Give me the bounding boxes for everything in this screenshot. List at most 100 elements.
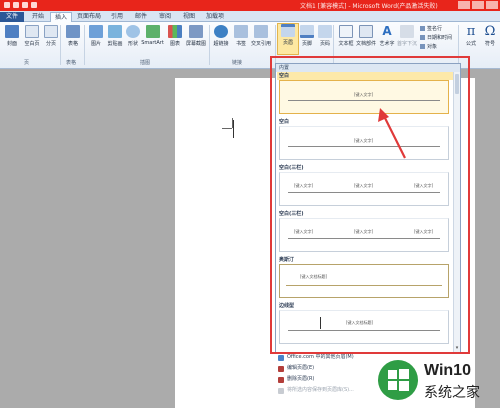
cover-icon (5, 25, 19, 38)
header-icon (281, 24, 295, 37)
group-label-links: 链接 (232, 60, 243, 66)
placeholder-text: [键入文字] (414, 183, 434, 188)
scrollbar-thumb[interactable] (455, 74, 459, 94)
quickparts-button[interactable]: 文档部件 (355, 25, 377, 47)
crossref-button[interactable]: 交叉引用 (248, 25, 274, 47)
title-bar: 文档1 [兼容模式] - Microsoft Word(产品激活失败) (0, 0, 500, 11)
header-rule (288, 238, 440, 239)
crossref-icon (254, 25, 268, 38)
page-number-icon (318, 25, 332, 38)
watermark-brand: Win10 (424, 362, 471, 379)
header-rule (288, 330, 440, 331)
watermark-subtitle: 系统之家 (424, 385, 480, 401)
tab-addins[interactable]: 加载项 (202, 12, 228, 22)
ribbon: 封面 空白页 分页 页 表格 表格 图片 剪贴画 形状 SmartArt 图表 … (0, 22, 500, 69)
placeholder-text: [键入文字] (354, 183, 374, 188)
sideline-marker (320, 317, 321, 329)
tab-review[interactable]: 审阅 (154, 12, 176, 22)
header-option-label: 空白(三栏) (279, 165, 304, 171)
smartart-icon (145, 25, 160, 38)
omega-icon: Ω (484, 24, 496, 39)
hyperlink-button[interactable]: 超链接 (210, 25, 232, 47)
clipart-icon (108, 25, 122, 38)
header-option-label: 边线型 (279, 303, 295, 309)
header-option-blank-three-column[interactable]: 空白(三栏) [键入文字] [键入文字] [键入文字] (277, 210, 453, 252)
tab-home[interactable]: 开始 (27, 12, 49, 22)
placeholder-text: [键入文档标题] (346, 320, 374, 325)
watermark: Win10 系统之家 (378, 358, 498, 404)
placeholder-text: [键入文字] (294, 229, 314, 234)
placeholder-text: [键入文字] (354, 229, 374, 234)
windows-logo-icon (378, 360, 418, 400)
screenshot-button[interactable]: 屏幕截图 (183, 25, 209, 47)
bookmark-icon (234, 25, 248, 38)
placeholder-text: [键入文档标题] (300, 274, 328, 279)
header-gallery: 内置 空白 [键入文字] 空白 [键入文字] 空白(三栏) [键入文字] [键入… (275, 63, 461, 353)
textbox-button[interactable]: 文本框 (335, 25, 357, 47)
quickparts-icon (359, 25, 373, 38)
placeholder-text: [键入文字] (294, 183, 314, 188)
header-option-preview: [键入文档标题] (279, 264, 449, 298)
tab-mailings[interactable]: 邮件 (130, 12, 152, 22)
picture-icon (89, 25, 103, 38)
window-title: 文档1 [兼容模式] - Microsoft Word(产品激活失败) (300, 3, 438, 10)
office-online-icon (278, 355, 284, 361)
ribbon-tabs: 文件 开始 插入 页面布局 引用 邮件 审阅 视图 加载项 (0, 11, 500, 22)
signature-line-button[interactable]: 签名行 (420, 25, 442, 32)
shapes-icon (126, 25, 140, 38)
group-label-pages: 页 (24, 60, 30, 66)
header-option-label: 空白 (279, 119, 290, 125)
tab-references[interactable]: 引用 (106, 12, 128, 22)
tab-file[interactable]: 文件 (0, 12, 24, 22)
smartart-button[interactable]: SmartArt (140, 25, 165, 46)
placeholder-text: [键入文字] (354, 138, 374, 143)
margin-mark (222, 128, 232, 129)
header-option-blank-three-column[interactable]: 空白(三栏) [键入文字] [键入文字] [键入文字] (277, 164, 453, 206)
symbol-button[interactable]: Ω 符号 (479, 25, 500, 47)
header-option-austin[interactable]: 奥斯汀 [键入文档标题] (277, 256, 453, 298)
header-rule (288, 146, 440, 147)
page-break-button[interactable]: 分页 (40, 25, 62, 47)
group-separator (60, 25, 61, 65)
date-time-button[interactable]: 日期和时间 (420, 34, 452, 41)
header-option-preview: [键入文字] (279, 126, 449, 160)
text-cursor (233, 120, 234, 138)
object-button[interactable]: 对象 (420, 43, 437, 50)
header-rule (286, 285, 442, 286)
scroll-down-arrow-icon[interactable]: ▾ (454, 345, 460, 351)
table-button[interactable]: 表格 (62, 25, 84, 47)
gallery-scrollbar[interactable]: ▾ (453, 72, 460, 352)
header-rule (288, 100, 440, 101)
edit-header-icon (278, 366, 284, 372)
group-separator (333, 25, 334, 65)
table-icon (66, 25, 80, 38)
wordart-button[interactable]: A 艺术字 (376, 24, 398, 48)
header-option-label: 奥斯汀 (279, 257, 295, 263)
tab-view[interactable]: 视图 (178, 12, 200, 22)
globe-icon (214, 25, 228, 38)
header-option-sideline[interactable]: 边线型 [键入文档标题] (277, 302, 453, 344)
header-option-preview: [键入文字] [键入文字] [键入文字] (279, 218, 449, 252)
group-label-illustrations: 插图 (140, 60, 151, 66)
header-option-blank[interactable]: 空白 [键入文字] (277, 118, 453, 160)
header-rule (288, 192, 440, 193)
quick-access-toolbar[interactable] (4, 2, 40, 9)
group-separator (458, 25, 459, 65)
group-separator (275, 25, 276, 65)
tab-page-layout[interactable]: 页面布局 (74, 12, 104, 22)
tab-insert[interactable]: 插入 (50, 12, 72, 22)
header-option-preview: [键入文字] (279, 80, 449, 114)
wordart-icon: A (382, 24, 392, 38)
placeholder-text: [键入文字] (354, 92, 374, 97)
pi-icon: π (466, 24, 476, 39)
chart-icon (168, 25, 182, 38)
window-controls[interactable] (458, 1, 498, 9)
cover-button[interactable]: 封面 (1, 25, 23, 47)
placeholder-text: [键入文字] (414, 229, 434, 234)
dropcap-icon (400, 25, 414, 38)
header-option-preview: [键入文档标题] (279, 310, 449, 344)
textbox-icon (339, 25, 353, 38)
blank-page-icon (25, 25, 39, 38)
header-option-blank[interactable]: 空白 [键入文字] (277, 72, 453, 114)
dropcap-button[interactable]: 首字下沉 (396, 25, 418, 47)
